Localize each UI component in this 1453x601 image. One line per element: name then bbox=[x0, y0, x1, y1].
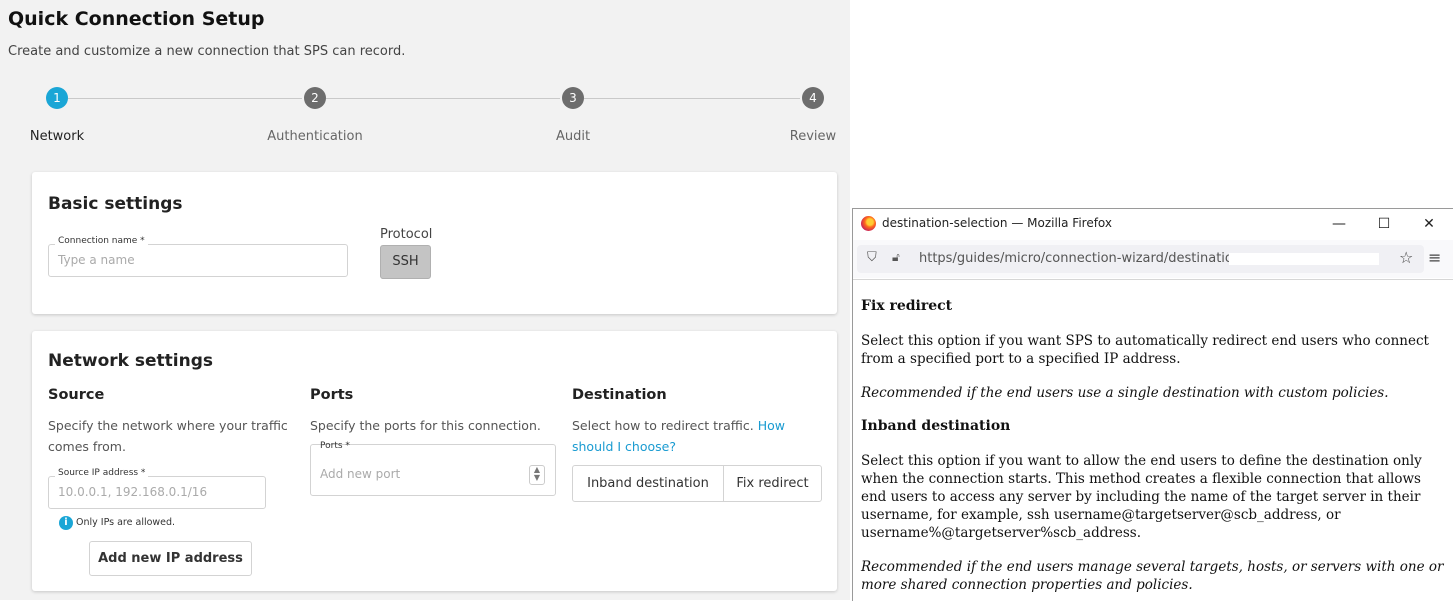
navigation-bar: ⛉ 🔓︎ https/guides/micro/connection-wizar… bbox=[853, 240, 1453, 278]
network-settings-card: Network settings Source Specify the netw… bbox=[32, 331, 837, 591]
firefox-logo-icon bbox=[861, 216, 876, 231]
maximize-icon[interactable]: ☐ bbox=[1372, 213, 1396, 235]
protocol-ssh-button[interactable]: SSH bbox=[380, 245, 431, 279]
firefox-window: destination-selection — Mozilla Firefox … bbox=[852, 208, 1453, 601]
url-redacted-area bbox=[1229, 253, 1379, 265]
source-heading: Source bbox=[48, 387, 105, 403]
step-3-label[interactable]: Audit bbox=[498, 129, 648, 144]
minimize-icon[interactable]: — bbox=[1327, 213, 1351, 235]
connection-wizard-app: Quick Connection Setup Create and custom… bbox=[0, 0, 850, 600]
window-titlebar: destination-selection — Mozilla Firefox … bbox=[853, 209, 1453, 239]
source-ip-placeholder: 10.0.0.1, 192.168.0.1/16 bbox=[58, 485, 208, 499]
window-title: destination-selection — Mozilla Firefox bbox=[882, 216, 1113, 230]
basic-settings-card: Basic settings Connection name * Type a … bbox=[32, 172, 837, 314]
lock-icon[interactable]: 🔓︎ bbox=[892, 250, 900, 265]
step-connector bbox=[326, 98, 560, 99]
step-1-label[interactable]: Network bbox=[0, 129, 132, 144]
page-subtitle: Create and customize a new connection th… bbox=[8, 44, 406, 59]
inband-heading: Inband destination bbox=[861, 418, 1011, 434]
step-connector bbox=[584, 98, 800, 99]
step-3-circle[interactable]: 3 bbox=[562, 87, 584, 109]
protocol-label: Protocol bbox=[380, 227, 433, 242]
destination-description-text: Select how to redirect traffic. bbox=[572, 418, 754, 433]
connection-name-placeholder: Type a name bbox=[58, 253, 135, 267]
step-2-label[interactable]: Authentication bbox=[240, 129, 390, 144]
ports-placeholder: Add new port bbox=[320, 467, 401, 481]
ports-description: Specify the ports for this connection. bbox=[310, 418, 541, 433]
inband-text: Select this option if you want to allow … bbox=[861, 453, 1422, 541]
source-ip-label: Source IP address * bbox=[55, 468, 149, 478]
source-ip-hint: Only IPs are allowed. bbox=[76, 517, 176, 528]
shield-icon[interactable]: ⛉ bbox=[867, 250, 877, 265]
ports-heading: Ports bbox=[310, 387, 354, 403]
info-icon: i bbox=[59, 516, 73, 530]
add-ip-address-button[interactable]: Add new IP address bbox=[89, 541, 252, 576]
source-ip-field[interactable]: Source IP address * 10.0.0.1, 192.168.0.… bbox=[48, 468, 266, 509]
ports-label: Ports * bbox=[320, 441, 350, 451]
ports-stepper-icon[interactable]: ▲ ▼ bbox=[529, 465, 545, 485]
fix-redirect-note: Recommended if the end users use a singl… bbox=[861, 385, 1389, 401]
step-4-circle[interactable]: 4 bbox=[802, 87, 824, 109]
step-connector bbox=[68, 98, 302, 99]
destination-description: Select how to redirect traffic. How shou… bbox=[572, 415, 828, 457]
page-title: Quick Connection Setup bbox=[8, 8, 265, 30]
destination-heading: Destination bbox=[572, 387, 667, 403]
inband-destination-option[interactable]: Inband destination bbox=[573, 466, 724, 501]
step-4-label[interactable]: Review bbox=[738, 129, 850, 144]
ports-field[interactable]: Ports * Add new port ▲ ▼ bbox=[310, 441, 556, 496]
menu-icon[interactable]: ≡ bbox=[1428, 248, 1441, 267]
fix-redirect-heading: Fix redirect bbox=[861, 298, 953, 314]
source-description: Specify the network where your traffic c… bbox=[48, 418, 288, 454]
step-1-circle[interactable]: 1 bbox=[46, 87, 68, 109]
destination-selector: Inband destination Fix redirect bbox=[572, 465, 822, 502]
url-text[interactable]: https/guides/micro/connection-wizard/des… bbox=[919, 251, 1241, 266]
network-settings-title: Network settings bbox=[48, 351, 213, 371]
basic-settings-title: Basic settings bbox=[48, 194, 183, 214]
connection-name-label: Connection name * bbox=[55, 236, 148, 246]
connection-name-field[interactable]: Connection name * Type a name bbox=[48, 236, 348, 277]
fix-redirect-text: Select this option if you want SPS to au… bbox=[861, 333, 1429, 367]
fix-redirect-option[interactable]: Fix redirect bbox=[724, 466, 821, 501]
inband-note: Recommended if the end users manage seve… bbox=[861, 559, 1444, 593]
help-document: Fix redirect Select this option if you w… bbox=[853, 279, 1453, 601]
bookmark-star-icon[interactable]: ☆ bbox=[1399, 248, 1413, 267]
url-bar[interactable]: ⛉ 🔓︎ https/guides/micro/connection-wizar… bbox=[857, 245, 1424, 273]
close-icon[interactable]: ✕ bbox=[1417, 213, 1441, 235]
step-2-circle[interactable]: 2 bbox=[304, 87, 326, 109]
